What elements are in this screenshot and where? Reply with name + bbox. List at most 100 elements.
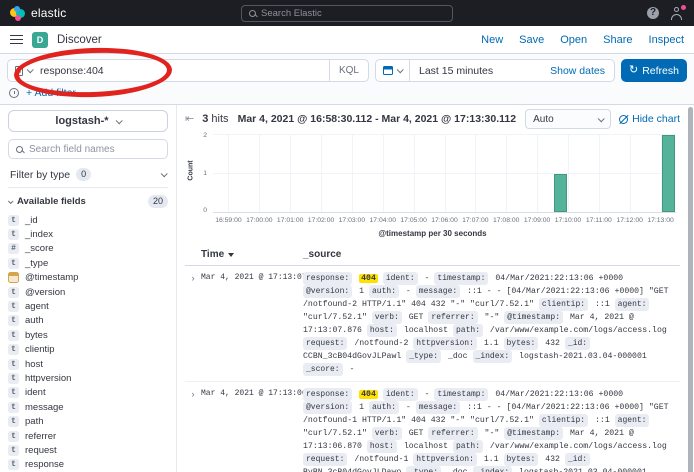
grid-line bbox=[599, 135, 600, 212]
calendar-button[interactable] bbox=[376, 60, 410, 81]
x-tick-label: 17:12:00 bbox=[616, 217, 642, 224]
field-chip: @version: bbox=[303, 285, 352, 298]
brand-text: elastic bbox=[31, 6, 66, 20]
x-tick-label: 17:04:00 bbox=[370, 217, 396, 224]
field-item-_score[interactable]: #_score bbox=[8, 242, 168, 256]
chevron-down-icon bbox=[8, 198, 14, 204]
saved-filters-icon[interactable] bbox=[9, 88, 19, 98]
field-type-icon: # bbox=[8, 243, 19, 254]
hide-chart-link[interactable]: Hide chart bbox=[619, 113, 680, 125]
field-value: ::1 - - [04/Mar/2021:22:13:06 +0000] "GE… bbox=[303, 403, 669, 425]
grid-line bbox=[290, 135, 291, 212]
menu-icon[interactable] bbox=[10, 35, 23, 44]
show-dates-link[interactable]: Show dates bbox=[550, 65, 614, 77]
field-value: "curl/7.52.1" bbox=[303, 313, 367, 322]
x-tick-label: 17:08:00 bbox=[493, 217, 519, 224]
share-button[interactable]: Share bbox=[603, 34, 632, 46]
field-type-icon: t bbox=[8, 258, 19, 269]
x-tick-label: 17:02:00 bbox=[308, 217, 334, 224]
row-source: response: 404 ident: - timestamp: 04/Mar… bbox=[303, 272, 680, 376]
time-column-header[interactable]: Time bbox=[185, 249, 303, 260]
field-item-@version[interactable]: t@version bbox=[8, 285, 168, 299]
field-chip: timestamp: bbox=[434, 388, 488, 401]
field-item-request[interactable]: trequest bbox=[8, 443, 168, 457]
documents-table: Time _source ›Mar 4, 2021 @ 17:13:07.876… bbox=[185, 245, 680, 472]
field-chip: verb: bbox=[372, 427, 402, 440]
global-search-input[interactable]: Search Elastic bbox=[241, 5, 453, 22]
field-item-referrer[interactable]: treferrer bbox=[8, 429, 168, 443]
field-item-auth[interactable]: tauth bbox=[8, 314, 168, 328]
main-panel: ⇤ 3 hits Mar 4, 2021 @ 16:58:30.112 - Ma… bbox=[177, 105, 694, 472]
elastic-logo[interactable]: elastic bbox=[10, 6, 66, 21]
app-navbar: D Discover New Save Open Share Inspect bbox=[0, 26, 694, 54]
search-icon bbox=[16, 146, 23, 153]
y-tick: 1 bbox=[197, 170, 207, 177]
field-value: /var/www/example.com/logs/access.log bbox=[490, 326, 667, 335]
field-chip: _index: bbox=[473, 350, 513, 363]
field-item-path[interactable]: tpath bbox=[8, 414, 168, 428]
table-header: Time _source bbox=[185, 245, 680, 266]
content-area: logstash-* Search field names Filter by … bbox=[0, 105, 694, 472]
grid-line bbox=[630, 135, 631, 212]
query-text[interactable]: response:404 bbox=[40, 65, 329, 77]
field-value: ::1 bbox=[595, 300, 610, 309]
time-range-value[interactable]: Last 15 minutes bbox=[410, 65, 550, 77]
refresh-button[interactable]: ↻ Refresh bbox=[621, 59, 687, 82]
index-pattern-selector[interactable]: logstash-* bbox=[8, 110, 168, 132]
histogram-bar-17:13:00[interactable] bbox=[662, 135, 675, 212]
open-button[interactable]: Open bbox=[560, 34, 587, 46]
histogram-bar-17:09:30[interactable] bbox=[554, 174, 567, 213]
field-chip: ident: bbox=[383, 388, 418, 401]
chevron-down-icon bbox=[598, 115, 605, 122]
field-chip: @timestamp: bbox=[504, 427, 563, 440]
vertical-scrollbar[interactable] bbox=[688, 107, 693, 472]
available-fields-header[interactable]: Available fields 20 bbox=[8, 195, 168, 208]
field-name: referrer bbox=[25, 431, 56, 442]
field-type-icon: t bbox=[8, 459, 19, 470]
field-item-_type[interactable]: t_type bbox=[8, 256, 168, 270]
field-type-icon: t bbox=[8, 373, 19, 384]
field-value: "-" bbox=[485, 429, 500, 438]
saved-query-icon[interactable] bbox=[15, 66, 23, 76]
add-filter-link[interactable]: + Add filter bbox=[26, 87, 76, 99]
field-item-_id[interactable]: t_id bbox=[8, 213, 168, 227]
interval-select[interactable]: Auto bbox=[525, 109, 611, 129]
field-value: _doc bbox=[448, 352, 468, 361]
chevron-down-icon bbox=[161, 170, 168, 177]
user-avatar[interactable] bbox=[671, 7, 684, 20]
field-item-httpversion[interactable]: thttpversion bbox=[8, 371, 168, 385]
field-value: 1 bbox=[359, 403, 364, 412]
field-item-message[interactable]: tmessage bbox=[8, 400, 168, 414]
inspect-button[interactable]: Inspect bbox=[649, 34, 684, 46]
collapse-sidebar-icon[interactable]: ⇤ bbox=[185, 114, 194, 125]
field-chip: path: bbox=[453, 324, 483, 337]
field-name: request bbox=[25, 445, 57, 456]
expand-row-icon[interactable]: › bbox=[185, 388, 201, 400]
field-value: "-" bbox=[485, 313, 500, 322]
field-chip: host: bbox=[367, 440, 397, 453]
field-item-agent[interactable]: tagent bbox=[8, 299, 168, 313]
filter-by-type-dropdown[interactable]: Filter by type 0 bbox=[8, 165, 168, 188]
field-item-_index[interactable]: t_index bbox=[8, 227, 168, 241]
field-item-ident[interactable]: tident bbox=[8, 386, 168, 400]
field-item-host[interactable]: thost bbox=[8, 357, 168, 371]
grid-line bbox=[259, 135, 260, 212]
new-button[interactable]: New bbox=[481, 34, 503, 46]
x-axis-label: @timestamp per 30 seconds bbox=[185, 229, 680, 238]
field-name: message bbox=[25, 402, 64, 413]
field-item-clientip[interactable]: tclientip bbox=[8, 343, 168, 357]
help-icon[interactable]: ? bbox=[647, 7, 659, 19]
field-chip: bytes: bbox=[504, 453, 539, 466]
field-value: _doc bbox=[448, 468, 468, 472]
field-item-response[interactable]: tresponse bbox=[8, 458, 168, 472]
field-value: /var/www/example.com/logs/access.log bbox=[490, 442, 667, 451]
expand-row-icon[interactable]: › bbox=[185, 272, 201, 284]
field-value: "curl/7.52.1" bbox=[303, 429, 367, 438]
field-item-@timestamp[interactable]: @timestamp bbox=[8, 271, 168, 285]
field-search-input[interactable]: Search field names bbox=[8, 139, 168, 159]
query-input[interactable]: response:404 KQL bbox=[7, 59, 369, 82]
query-language-button[interactable]: KQL bbox=[329, 60, 368, 81]
field-item-bytes[interactable]: tbytes bbox=[8, 328, 168, 342]
save-button[interactable]: Save bbox=[519, 34, 544, 46]
elastic-logo-icon bbox=[10, 6, 25, 21]
